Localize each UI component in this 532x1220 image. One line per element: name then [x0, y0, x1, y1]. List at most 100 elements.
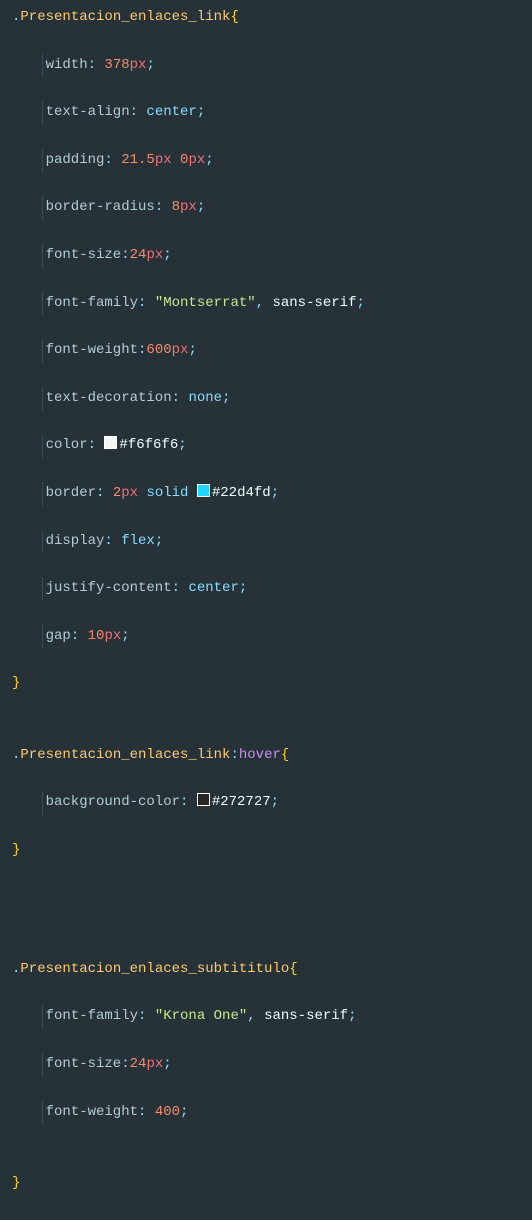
css-selector: Presentacion_enlaces_link [20, 9, 230, 25]
css-unit: px [180, 199, 197, 215]
css-number: 24 [130, 1056, 147, 1072]
open-brace: { [289, 961, 297, 977]
css-unit: px [172, 342, 189, 358]
css-punct: , [256, 295, 264, 311]
code-line[interactable]: border: 2px solid #22d4fd; [12, 482, 532, 506]
css-property: font-family [46, 295, 138, 311]
code-editor-viewport[interactable]: .Presentacion_enlaces_link{ width: 378px… [0, 6, 532, 1220]
css-property: background-color [46, 794, 180, 810]
colon: : [155, 199, 163, 215]
indent-guide [42, 482, 43, 506]
indent-guide [42, 577, 43, 601]
color-swatch [197, 484, 210, 497]
code-line[interactable]: text-align: center; [12, 101, 532, 125]
semicolon: ; [271, 794, 279, 810]
css-property: border-radius [46, 199, 155, 215]
css-punct: , [247, 1008, 255, 1024]
css-unit: px [188, 152, 205, 168]
colon: : [88, 57, 96, 73]
colon: : [138, 1104, 146, 1120]
css-property: font-family [46, 1008, 138, 1024]
css-property: padding [46, 152, 105, 168]
semicolon: ; [222, 390, 230, 406]
color-swatch [104, 436, 117, 449]
code-line[interactable]: } [12, 672, 532, 696]
colon: : [121, 1056, 129, 1072]
semicolon: ; [163, 247, 171, 263]
colon: : [104, 152, 112, 168]
colon: : [230, 747, 238, 763]
semicolon: ; [180, 1104, 188, 1120]
code-line[interactable]: .Presentacion_enlaces_link:hover{ [12, 744, 532, 768]
code-line[interactable]: font-family: "Krona One", sans-serif; [12, 1005, 532, 1029]
code-line[interactable]: text-decoration: none; [12, 387, 532, 411]
code-line[interactable]: justify-content: center; [12, 577, 532, 601]
code-line[interactable]: } [12, 839, 532, 863]
indent-guide [42, 149, 43, 173]
code-line[interactable]: font-size:24px; [12, 1053, 532, 1077]
colon: : [130, 104, 138, 120]
open-brace: { [230, 9, 238, 25]
css-property: justify-content [46, 580, 172, 596]
indent-guide [42, 244, 43, 268]
code-line[interactable]: font-weight:600px; [12, 339, 532, 363]
indent-guide [42, 54, 43, 78]
colon: : [96, 485, 104, 501]
code-line[interactable]: font-family: "Montserrat", sans-serif; [12, 292, 532, 316]
css-number: 378 [104, 57, 129, 73]
css-unit: px [146, 247, 163, 263]
css-property: color [46, 437, 88, 453]
css-number: 8 [172, 199, 180, 215]
code-line[interactable]: font-weight: 400; [12, 1101, 532, 1125]
semicolon: ; [155, 533, 163, 549]
semicolon: ; [188, 342, 196, 358]
indent-guide [42, 1005, 43, 1029]
css-unit: px [130, 57, 147, 73]
semicolon: ; [178, 437, 186, 453]
code-line[interactable]: color: #f6f6f6; [12, 434, 532, 458]
css-property: gap [46, 628, 71, 644]
indent-guide [42, 1053, 43, 1077]
colon: : [104, 533, 112, 549]
css-keyword: flex [121, 533, 155, 549]
indent-guide [42, 434, 43, 458]
css-number: 21.5 [121, 152, 155, 168]
semicolon: ; [146, 57, 154, 73]
css-selector: Presentacion_enlaces_subtititulo [20, 961, 289, 977]
semicolon: ; [205, 152, 213, 168]
semicolon: ; [348, 1008, 356, 1024]
css-number: 10 [88, 628, 105, 644]
indent-guide [42, 101, 43, 125]
css-property: font-weight [46, 342, 138, 358]
css-property: text-align [46, 104, 130, 120]
code-line[interactable]: font-size:24px; [12, 244, 532, 268]
semicolon: ; [356, 295, 364, 311]
close-brace: } [12, 675, 20, 691]
code-line[interactable]: .Presentacion_enlaces_link{ [12, 6, 532, 30]
indent-guide [42, 196, 43, 220]
semicolon: ; [121, 628, 129, 644]
colon: : [138, 295, 146, 311]
css-property: width [46, 57, 88, 73]
dot: . [12, 961, 20, 977]
css-property: font-weight [46, 1104, 138, 1120]
code-line[interactable]: display: flex; [12, 530, 532, 554]
code-line[interactable]: border-radius: 8px; [12, 196, 532, 220]
css-keyword: center [146, 104, 196, 120]
css-selector: Presentacion_enlaces_link [20, 747, 230, 763]
code-line[interactable]: width: 378px; [12, 54, 532, 78]
close-brace: } [12, 1175, 20, 1191]
code-line[interactable]: } [12, 1172, 532, 1196]
code-line[interactable]: background-color: #272727; [12, 791, 532, 815]
semicolon: ; [197, 199, 205, 215]
code-line[interactable]: gap: 10px; [12, 625, 532, 649]
color-swatch [197, 793, 210, 806]
semicolon: ; [197, 104, 205, 120]
semicolon: ; [271, 485, 279, 501]
css-property: display [46, 533, 105, 549]
code-line[interactable]: .Presentacion_enlaces_subtititulo{ [12, 958, 532, 982]
code-line[interactable]: padding: 21.5px 0px; [12, 149, 532, 173]
css-number: 600 [146, 342, 171, 358]
indent-guide [42, 1101, 43, 1125]
css-string: "Montserrat" [155, 295, 256, 311]
